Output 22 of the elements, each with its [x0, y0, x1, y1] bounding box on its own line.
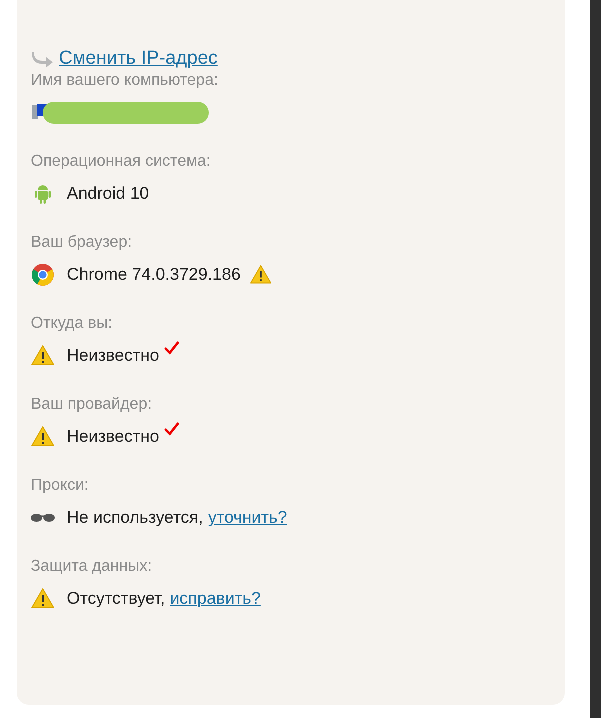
field-label: Ваш провайдер: [31, 396, 154, 414]
field-label: Имя вашего компьютера: [31, 72, 220, 90]
details-link[interactable]: исправить? [170, 589, 261, 609]
warning-icon [31, 587, 55, 611]
change-ip-link[interactable]: Сменить IP-адрес [59, 48, 218, 70]
field-value: Android 10 [67, 184, 150, 204]
field-value: Отсутствует, [67, 589, 166, 609]
browser-icon [31, 263, 55, 287]
field-label: Прокси: [31, 477, 90, 495]
field-label: Ваш браузер: [31, 234, 134, 252]
details-link[interactable]: уточнить? [208, 508, 288, 528]
field-value: Неизвестно [67, 427, 160, 447]
field-label: Защита данных: [31, 558, 154, 576]
field-value: Chrome 74.0.3729.186 [67, 265, 241, 285]
glasses-icon [31, 514, 55, 522]
warning-icon [31, 344, 55, 368]
curved-arrow-icon [31, 50, 55, 68]
warning-icon [31, 425, 55, 449]
field-value: Неизвестно [67, 346, 160, 366]
field-label: Откуда вы: [31, 315, 114, 333]
field-label: Операционная система: [31, 153, 212, 171]
field-value: Не используется, [67, 508, 204, 528]
